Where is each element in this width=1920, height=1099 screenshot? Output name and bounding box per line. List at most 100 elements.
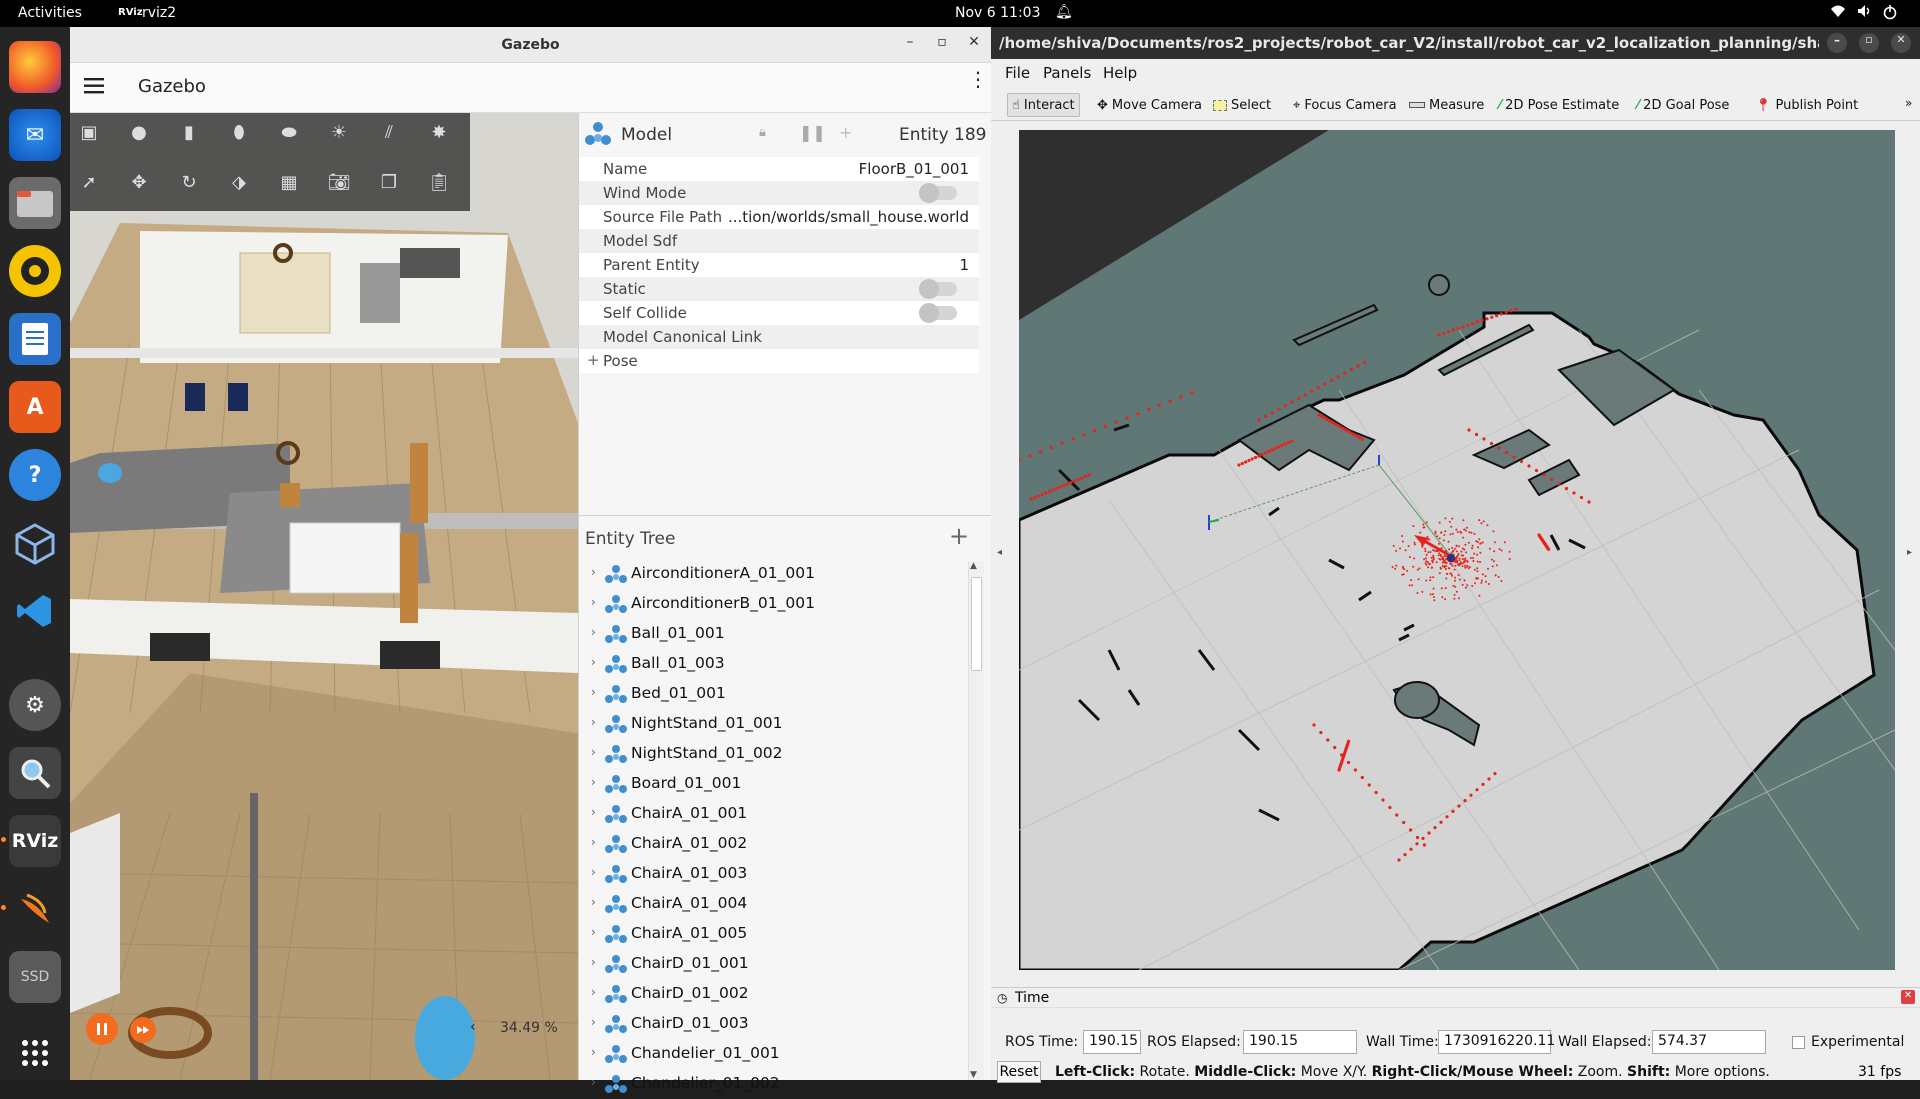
rhythmbox-icon[interactable] (9, 245, 61, 297)
right-dock-collapse-icon[interactable]: ▸ (1907, 547, 1912, 558)
chevron-right-icon[interactable]: › (591, 1075, 596, 1089)
virtualbox-icon[interactable] (9, 517, 61, 569)
wall-elapsed-field[interactable]: 574.37 (1652, 1030, 1766, 1054)
wifi-icon[interactable] (1830, 4, 1846, 22)
translate-icon[interactable]: ✥ (124, 167, 154, 197)
minimize-icon[interactable]: – (1827, 33, 1847, 53)
maximize-icon[interactable]: ▫ (1859, 33, 1879, 53)
entity-tree-item[interactable]: › Chandelier_01_001 (579, 1039, 969, 1069)
entity-tree-item[interactable]: › Ball_01_001 (579, 619, 969, 649)
maximize-icon[interactable]: ▫ (932, 34, 952, 54)
add-entity-icon[interactable]: + (949, 522, 969, 550)
chevron-right-icon[interactable]: › (591, 625, 596, 639)
tool-measure[interactable]: Measure (1405, 93, 1488, 117)
menu-help[interactable]: Help (1103, 64, 1137, 82)
entity-tree-item[interactable]: › ChairD_01_002 (579, 979, 969, 1009)
self-collide-toggle[interactable] (919, 303, 957, 323)
chevron-right-icon[interactable]: › (591, 865, 596, 879)
search-icon[interactable] (9, 747, 61, 799)
menu-panels[interactable]: Panels (1043, 64, 1091, 82)
select-arrow-icon[interactable]: ➚ (74, 167, 104, 197)
grid-icon[interactable]: ▦ (274, 167, 304, 197)
box-shape-icon[interactable]: ▣ (74, 117, 104, 147)
activities-button[interactable]: Activities (18, 5, 82, 21)
entity-tree-item[interactable]: › Bed_01_001 (579, 679, 969, 709)
tool-move-camera[interactable]: ✥ Move Camera (1093, 93, 1206, 117)
transform-control-icon[interactable]: ⬗ (224, 167, 254, 197)
kebab-menu-icon[interactable]: ⋮ (968, 69, 988, 89)
tool-focus-camera[interactable]: ⌖ Focus Camera (1289, 93, 1401, 117)
entity-tree-item[interactable]: › ChairA_01_005 (579, 919, 969, 949)
files-icon[interactable] (9, 177, 61, 229)
settings-icon[interactable]: ⚙ (9, 679, 61, 731)
close-icon[interactable]: ✕ (1891, 33, 1911, 53)
paste-icon[interactable]: 📋︎ (424, 167, 454, 197)
chevron-right-icon[interactable]: › (591, 685, 596, 699)
tool-publish-point[interactable]: 📍︎ Publish Point (1751, 93, 1862, 117)
ros-time-field[interactable]: 190.15 (1083, 1030, 1141, 1054)
close-panel-icon[interactable]: ✕ (1901, 990, 1915, 1004)
chevron-right-icon[interactable]: › (591, 775, 596, 789)
thunderbird-icon[interactable]: ✉ (9, 109, 61, 161)
chevron-right-icon[interactable]: › (591, 745, 596, 759)
experimental-checkbox[interactable] (1792, 1036, 1805, 1049)
scroll-thumb[interactable] (971, 577, 982, 671)
app-name[interactable]: rviz2 (142, 5, 176, 21)
spot-light-icon[interactable]: ✸ (424, 117, 454, 147)
entity-tree-item[interactable]: › AirconditionerB_01_001 (579, 589, 969, 619)
sphere-shape-icon[interactable]: ● (124, 117, 154, 147)
menu-file[interactable]: File (1005, 64, 1030, 82)
tool-select[interactable]: Select (1209, 93, 1275, 117)
wind-mode-toggle[interactable] (919, 183, 957, 203)
left-dock-collapse-icon[interactable]: ◂ (997, 547, 1002, 558)
rotate-icon[interactable]: ↻ (174, 167, 204, 197)
entity-tree-item[interactable]: › NightStand_01_002 (579, 739, 969, 769)
power-icon[interactable] (1882, 4, 1898, 24)
ssd-drive-icon[interactable]: SSD (9, 951, 61, 1003)
entity-tree-scrollbar[interactable]: ▲ ▼ (968, 561, 984, 1080)
chevron-right-icon[interactable]: › (591, 715, 596, 729)
chevron-right-icon[interactable]: › (591, 925, 596, 939)
chevron-right-icon[interactable]: › (591, 835, 596, 849)
wall-time-field[interactable]: 1730916220.11 (1438, 1030, 1555, 1054)
pause-updates-icon[interactable]: ❚❚ (799, 123, 826, 142)
tool-2d-pose-estimate[interactable]: ⁄ 2D Pose Estimate (1495, 93, 1623, 117)
entity-tree-item[interactable]: › NightStand_01_001 (579, 709, 969, 739)
lock-icon[interactable]: 🔒︎ (759, 125, 766, 140)
rviz-titlebar[interactable]: /home/shiva/Documents/ros2_projects/robo… (991, 27, 1920, 59)
rviz-3d-view[interactable] (1019, 130, 1895, 970)
chevron-right-icon[interactable]: › (591, 595, 596, 609)
chevron-right-icon[interactable]: › (591, 985, 596, 999)
clock[interactable]: Nov 6 11:03 (955, 5, 1040, 21)
chevron-right-icon[interactable]: › (591, 565, 596, 579)
screenshot-camera-icon[interactable]: 📷︎ (324, 167, 354, 197)
hamburger-menu-icon[interactable] (84, 78, 104, 98)
add-component-icon[interactable]: + (839, 123, 852, 142)
firefox-icon[interactable] (9, 41, 61, 93)
entity-tree-item[interactable]: › Board_01_001 (579, 769, 969, 799)
entity-tree-item[interactable]: › ChairA_01_004 (579, 889, 969, 919)
toolbar-overflow-icon[interactable]: » (1901, 91, 1916, 115)
pause-button[interactable] (86, 1013, 118, 1045)
libreoffice-writer-icon[interactable] (9, 313, 61, 365)
entity-tree-item[interactable]: › AirconditionerA_01_001 (579, 559, 969, 589)
directional-light-icon[interactable]: ⫽ (374, 117, 404, 147)
entity-tree-item[interactable]: › Ball_01_003 (579, 649, 969, 679)
app-center-icon[interactable]: A (9, 381, 61, 433)
collapse-left-icon[interactable]: ‹ (470, 1019, 476, 1035)
chevron-right-icon[interactable]: › (591, 805, 596, 819)
pose-expander[interactable]: + Pose (579, 349, 979, 373)
chevron-right-icon[interactable]: › (591, 1045, 596, 1059)
step-forward-button[interactable] (130, 1017, 156, 1043)
entity-tree-item[interactable]: › ChairA_01_003 (579, 859, 969, 889)
entity-tree-item[interactable]: › ChairA_01_001 (579, 799, 969, 829)
show-apps-icon[interactable] (9, 1027, 61, 1079)
tool-interact[interactable]: ☝ Interact (1007, 93, 1080, 117)
rviz-dock-icon[interactable]: RViz (1, 815, 61, 867)
notification-bell-icon[interactable]: 🔔︎ (1055, 4, 1073, 20)
entity-tree-item[interactable]: › ChairD_01_003 (579, 1009, 969, 1039)
chevron-right-icon[interactable]: › (591, 1015, 596, 1029)
entity-tree-item[interactable]: › ChairD_01_001 (579, 949, 969, 979)
cylinder-shape-icon[interactable]: ▮ (174, 117, 204, 147)
ros-elapsed-field[interactable]: 190.15 (1243, 1030, 1357, 1054)
